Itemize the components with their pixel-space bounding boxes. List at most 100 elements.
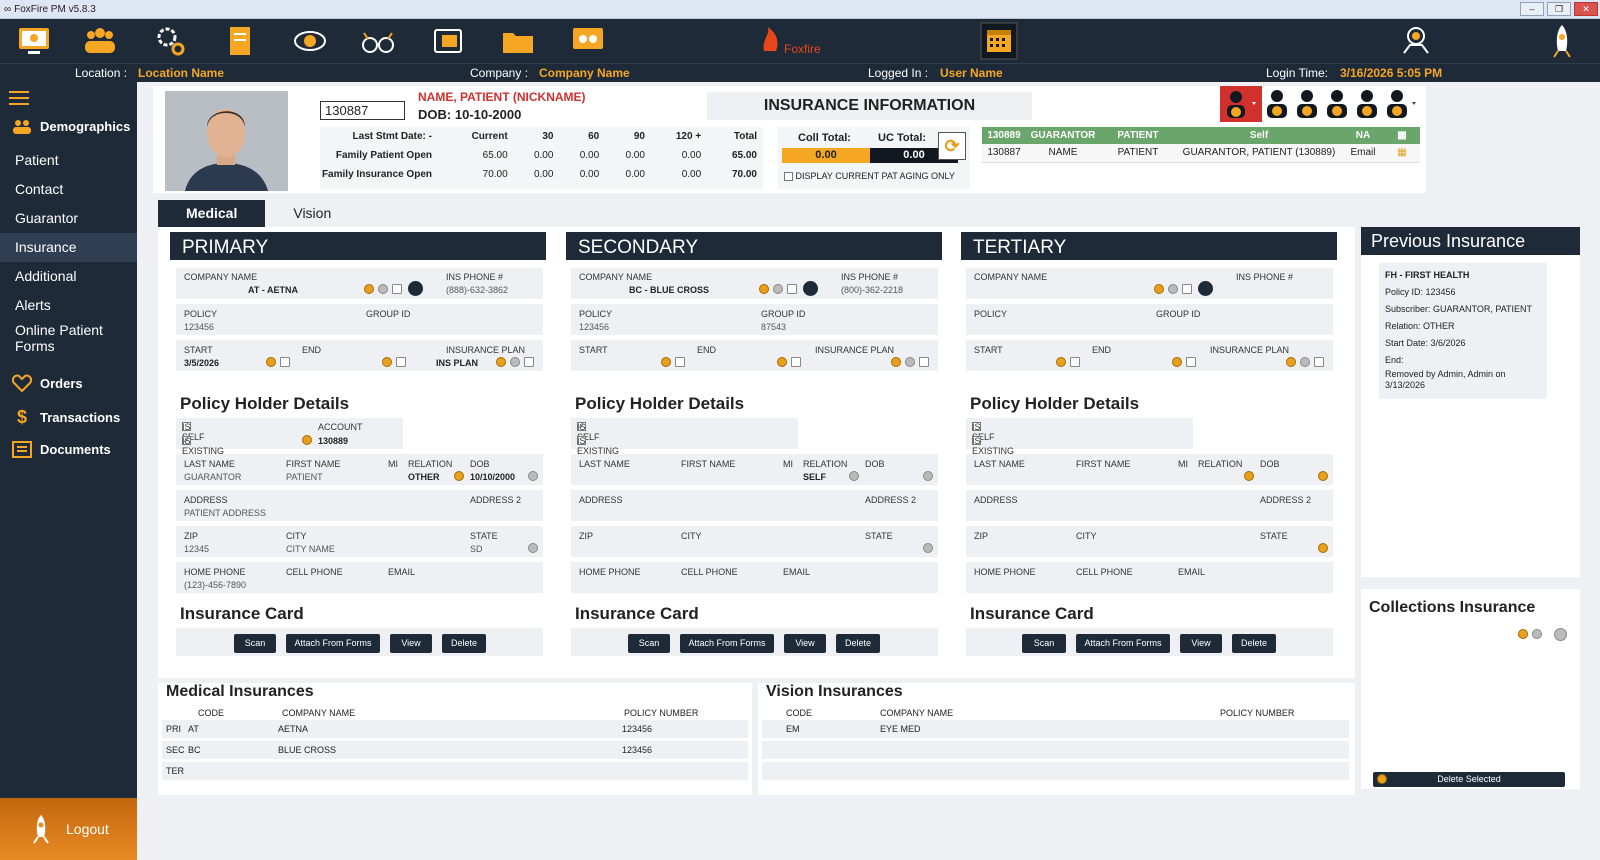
primary-phone-value[interactable]: (888)-632-3862 [446,285,508,295]
delete-button[interactable]: Delete [442,634,486,653]
calendar-icon[interactable] [1056,357,1066,367]
folder-icon[interactable] [500,23,536,59]
close-button[interactable]: ✕ [1574,2,1598,16]
clear-icon[interactable] [528,471,538,481]
trash-icon[interactable] [787,284,797,294]
scan-button[interactable]: Scan [628,634,670,653]
trash-icon[interactable] [919,357,929,367]
sidebar-item-online-forms[interactable]: Online Patient Forms [0,320,120,354]
swap-icon[interactable] [1198,281,1213,296]
sidebar-item-guarantor[interactable]: Guarantor [0,204,137,233]
select-icon[interactable] [849,471,859,481]
notes-icon[interactable] [222,23,258,59]
add-family-avatar-icon[interactable] [1262,86,1292,122]
clear-icon[interactable] [923,471,933,481]
primary-first-name[interactable]: PATIENT [286,472,323,482]
refresh-icon[interactable] [378,284,388,294]
secondary-company-value[interactable]: BC - BLUE CROSS [629,285,709,295]
primary-home-phone[interactable]: (123)-456-7890 [184,580,246,590]
trash-icon[interactable] [392,284,402,294]
settings-icon[interactable] [152,23,188,59]
refresh-icon[interactable] [773,284,783,294]
primary-start-value[interactable]: 3/5/2026 [184,358,219,368]
add-icon[interactable] [1554,628,1567,641]
delete-button[interactable]: Delete [1232,634,1276,653]
trash-icon[interactable] [1186,357,1196,367]
calendar-icon[interactable] [1318,471,1328,481]
select-icon[interactable] [1154,284,1164,294]
calendar-icon[interactable] [980,22,1018,60]
sidebar-item-additional[interactable]: Additional [0,262,137,291]
primary-dob[interactable]: 10/10/2000 [470,472,515,482]
swap-icon[interactable] [803,281,818,296]
refresh-icon[interactable] [905,357,915,367]
family-avatar-dropdown-icon[interactable] [1382,86,1420,122]
view-button[interactable]: View [784,634,826,653]
logout-button[interactable]: Logout [0,798,137,860]
refresh-icon[interactable] [1300,357,1310,367]
calendar-icon[interactable] [382,357,392,367]
family-avatar-icon[interactable] [1322,86,1352,122]
primary-state[interactable]: SD [470,544,483,554]
view-button[interactable]: View [1180,634,1222,653]
select-icon[interactable] [364,284,374,294]
attach-from-forms-button[interactable]: Attach From Forms [286,634,380,653]
maximize-button[interactable]: ❐ [1547,2,1571,16]
scan-button[interactable]: Scan [1022,634,1066,653]
family-avatar-icon[interactable] [1292,86,1322,122]
eye-icon[interactable] [292,23,328,59]
table-row[interactable]: TER [162,762,748,780]
sidebar-section-demographics[interactable]: Demographics [12,118,130,134]
account-number-field[interactable]: 130887 [320,101,405,120]
trash-icon[interactable] [675,357,685,367]
trash-icon[interactable] [1314,357,1324,367]
table-row[interactable]: SEC BC BLUE CROSS 123456 [162,741,748,759]
table-row[interactable]: EM EYE MED [762,720,1349,738]
select-icon[interactable] [1518,629,1528,639]
scan-button[interactable]: Scan [234,634,276,653]
select-icon[interactable] [496,357,506,367]
family-avatar-icon[interactable] [1352,86,1382,122]
calendar-icon[interactable] [266,357,276,367]
select-icon[interactable] [454,471,464,481]
patients-icon[interactable] [82,23,118,59]
select-icon[interactable] [759,284,769,294]
display-current-checkbox[interactable] [784,172,793,182]
menu-icon[interactable] [9,91,29,109]
trash-icon[interactable] [791,357,801,367]
primary-zip[interactable]: 12345 [184,544,209,554]
primary-company-value[interactable]: AT - AETNA [248,285,298,295]
glasses-icon[interactable] [360,23,396,59]
sidebar-item-insurance[interactable]: Insurance [0,233,137,262]
trash-icon[interactable] [1182,284,1192,294]
refresh-icon[interactable] [1532,629,1542,639]
support-icon[interactable] [1398,23,1434,59]
primary-relation[interactable]: OTHER [408,472,440,482]
primary-last-name[interactable]: GUARANTOR [184,472,241,482]
dashboard-icon[interactable] [16,23,52,59]
sidebar-section-documents[interactable]: Documents [12,440,111,458]
primary-city[interactable]: CITY NAME [286,544,335,554]
primary-policy-value[interactable]: 123456 [184,322,214,332]
table-row[interactable] [762,741,1349,759]
calendar-icon[interactable]: ▦ [1384,144,1420,162]
sidebar-item-patient[interactable]: Patient [0,146,137,175]
attach-from-forms-button[interactable]: Attach From Forms [680,634,774,653]
view-button[interactable]: View [390,634,432,653]
secondary-phone-value[interactable]: (800)-362-2218 [841,285,903,295]
trash-icon[interactable] [1070,357,1080,367]
tab-vision[interactable]: Vision [265,200,359,228]
delete-selected-button[interactable]: Delete Selected [1373,772,1565,787]
trash-icon[interactable] [280,357,290,367]
attach-from-forms-button[interactable]: Attach From Forms [1076,634,1170,653]
refresh-icon[interactable] [1168,284,1178,294]
clear-icon[interactable] [923,543,933,553]
wallet-icon[interactable] [430,23,466,59]
calendar-icon[interactable] [661,357,671,367]
rocket-icon[interactable] [1544,23,1580,59]
trash-icon[interactable] [396,357,406,367]
select-icon[interactable] [891,357,901,367]
primary-address[interactable]: PATIENT ADDRESS [184,508,266,518]
calendar-icon[interactable] [777,357,787,367]
sidebar-item-alerts[interactable]: Alerts [0,291,137,320]
